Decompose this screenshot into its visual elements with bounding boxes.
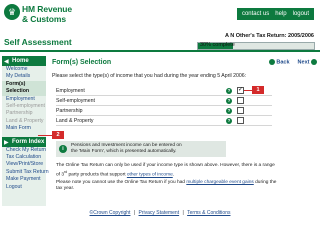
header-bar: Self Assessment A N Other's Tax Return: … [0, 30, 320, 52]
callout-2-line [38, 135, 52, 136]
callout-1: 1 [252, 86, 264, 94]
sidebar-item-make-payment[interactable]: Make Payment [2, 176, 46, 183]
top-links: contact us help logout [236, 8, 314, 20]
home-arrow-icon: ◀ [4, 59, 9, 65]
next-arrow-icon [311, 58, 317, 65]
sidebar-item-my-details[interactable]: My Details [2, 73, 46, 80]
sidebar-nav: ◀ Home Welcome My Details Form(s) Select… [2, 56, 49, 206]
partnership-checkbox[interactable] [237, 107, 244, 114]
chargeable-gains-paragraph: Please note you cannot use the Online Ta… [56, 180, 277, 191]
next-label: Next [297, 59, 310, 66]
sidebar-item-employment[interactable]: Employment [2, 96, 46, 103]
sidebar-item-logout[interactable]: Logout [2, 184, 46, 191]
intro-text: Please select the type(s) of income that… [52, 73, 247, 79]
chargeable-event-gains-link[interactable]: multiple chargeable event gains [186, 180, 253, 185]
crown-copyright-link[interactable]: ©Crown Copyright [90, 210, 131, 216]
sidebar-item-tax-calculation[interactable]: Tax Calculation [2, 154, 46, 161]
callout-1-line [244, 90, 252, 91]
home-label: Home [12, 58, 29, 64]
privacy-statement-link[interactable]: Privacy Statement [139, 210, 180, 216]
land-property-checkbox[interactable] [237, 117, 244, 124]
info-notice: i Pensions and Investment income can be … [56, 141, 226, 157]
logout-link[interactable]: logout [293, 11, 309, 17]
employment-checkbox[interactable]: ✓ [237, 87, 244, 94]
help-icon[interactable]: ? [226, 108, 232, 114]
section-title: Self Assessment [4, 37, 72, 47]
form-index-arrow-icon: ▶ [4, 139, 9, 146]
return-title: A N Other's Tax Return: 2005/2006 [224, 33, 314, 39]
help-icon[interactable]: ? [226, 118, 232, 124]
income-label: Self-employment [56, 98, 95, 104]
income-row-self-employment: Self-employment ? [56, 96, 272, 106]
income-table: Employment ? ✓ Self-employment ? Partner… [56, 86, 272, 126]
form-header: Form(s) Selection Back Next [52, 56, 318, 68]
help-icon[interactable]: ? [226, 88, 232, 94]
income-label: Land & Property [56, 118, 94, 124]
top-bar: ♛ HM Revenue & Customs contact us help l… [0, 0, 320, 32]
progress-text: 30% complete [200, 42, 235, 48]
sidebar-item-check-return[interactable]: Check My Return [2, 147, 46, 154]
sidebar-form-index[interactable]: ▶ Form Index [2, 136, 46, 147]
other-income-types-link[interactable]: other types of income [127, 173, 173, 178]
sidebar-item-land-property: Land & Property [6, 117, 44, 124]
help-link[interactable]: help [275, 11, 286, 17]
sidebar-home[interactable]: ◀ Home [2, 56, 46, 66]
next-button[interactable]: Next [297, 58, 318, 66]
terms-link[interactable]: Terms & Conditions [187, 210, 230, 216]
notice-text: Pensions and Investment income can be en… [71, 143, 182, 154]
page-title: Form(s) Selection [52, 58, 112, 66]
crown-icon: ♛ [4, 4, 20, 20]
sidebar-item-view-print-store[interactable]: View/Print/Store [2, 161, 46, 168]
self-employment-checkbox[interactable] [237, 97, 244, 104]
sidebar-item-submit-return[interactable]: Submit Tax Return [2, 169, 49, 176]
sidebar-item-partnership: Partnership [6, 110, 33, 117]
back-label: Back [276, 59, 290, 66]
sidebar-item-selection[interactable]: Selection [2, 88, 46, 96]
help-icon[interactable]: ? [226, 98, 232, 104]
sidebar-item-welcome[interactable]: Welcome [2, 66, 46, 73]
back-arrow-icon [269, 58, 276, 65]
income-row-land-property: Land & Property ? [56, 116, 272, 126]
brand-line1: HM Revenue [22, 4, 73, 14]
form-index-label: Form Index [12, 138, 45, 145]
hmrc-logo[interactable]: ♛ HM Revenue & Customs [4, 2, 72, 30]
income-types-paragraph: The Online Tax Return can only be used i… [56, 163, 275, 178]
brand-line2: & Customs [22, 14, 66, 24]
income-row-partnership: Partnership ? [56, 106, 272, 116]
footer: ©Crown Copyright | Privacy Statement | T… [89, 210, 231, 216]
income-label: Employment [56, 88, 85, 94]
income-label: Partnership [56, 108, 83, 114]
info-icon: i [59, 145, 67, 153]
contact-us-link[interactable]: contact us [242, 11, 269, 17]
income-row-employment: Employment ? ✓ [56, 86, 272, 96]
sidebar-item-main-form[interactable]: Main Form [2, 125, 46, 132]
sidebar-item-self-employment: Self-employment [6, 103, 45, 110]
main-content: Form(s) Selection Back Next Please selec… [52, 56, 318, 206]
sidebar-item-forms[interactable]: Form(s) [2, 80, 46, 89]
back-button[interactable]: Back [269, 58, 290, 66]
